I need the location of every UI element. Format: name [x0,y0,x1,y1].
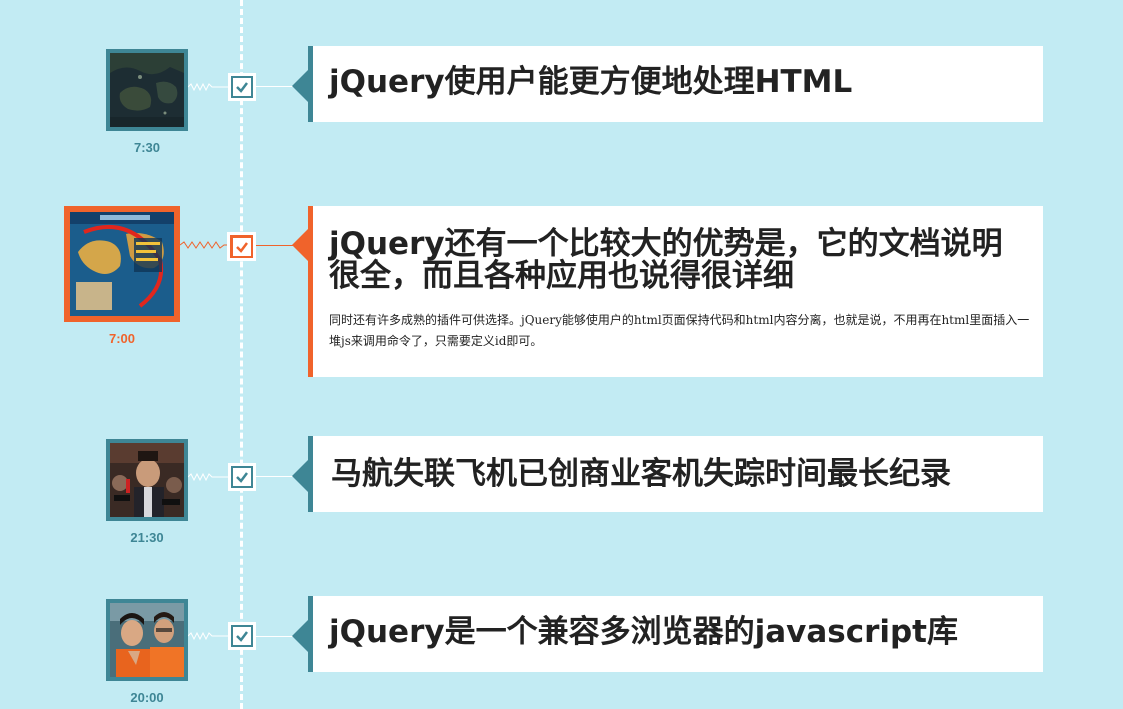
time-label: 7:00 [108,331,136,346]
check-icon [232,237,251,256]
checkbox[interactable] [227,232,256,261]
connector-zigzag [188,471,228,483]
connector-line [256,245,294,246]
thumbnail-praying-people[interactable] [106,599,188,681]
flight-route-map-photo-icon [70,212,174,316]
card-pointer [292,460,308,492]
card-title: 马航失联飞机已创商业客机失踪时间最长纪录 [331,456,951,492]
check-icon [233,78,251,96]
card-pointer [292,70,308,102]
connector-zigzag [180,239,228,251]
timeline-card[interactable]: jQuery使用户能更方便地处理HTML [308,46,1043,122]
card-pointer [292,229,308,261]
press-conference-photo-icon [110,443,184,517]
thumbnail-satellite-map[interactable] [106,49,188,131]
card-title: jQuery还有一个比较大的优势是，它的文档说明很全，而且各种应用也说得很详细 [329,226,1003,294]
check-icon [233,627,251,645]
card-title: jQuery是一个兼容多浏览器的javascript库 [329,614,958,650]
satellite-map-photo-icon [110,53,184,127]
card-pointer [292,620,308,652]
checkbox[interactable] [228,622,256,650]
check-icon [233,468,251,486]
connector-zigzag [188,630,228,642]
thumbnail-press-conference[interactable] [106,439,188,521]
checkbox[interactable] [228,73,256,101]
connector-line [256,636,294,637]
time-label: 7:30 [133,140,161,155]
checkbox[interactable] [228,463,256,491]
card-title: jQuery使用户能更方便地处理HTML [329,64,853,100]
connector-zigzag [188,81,228,93]
timeline-card[interactable]: jQuery是一个兼容多浏览器的javascript库 [308,596,1043,672]
card-description: 同时还有许多成熟的插件可供选择。jQuery能够使用户的html页面保持代码和h… [329,313,1030,348]
connector-line [256,86,294,87]
time-label: 20:00 [130,690,164,705]
timeline-card[interactable]: jQuery还有一个比较大的优势是，它的文档说明很全，而且各种应用也说得很详细 … [308,206,1043,377]
connector-line [256,476,294,477]
timeline-page: 7:30 jQuery使用户能更方便地处理HTML 7:00 jQuery还有一… [0,0,1123,709]
praying-people-photo-icon [110,603,184,677]
time-label: 21:30 [130,530,164,545]
timeline-axis [240,0,243,709]
thumbnail-flight-route-map[interactable] [64,206,180,322]
timeline-card[interactable]: 马航失联飞机已创商业客机失踪时间最长纪录 [308,436,1043,512]
